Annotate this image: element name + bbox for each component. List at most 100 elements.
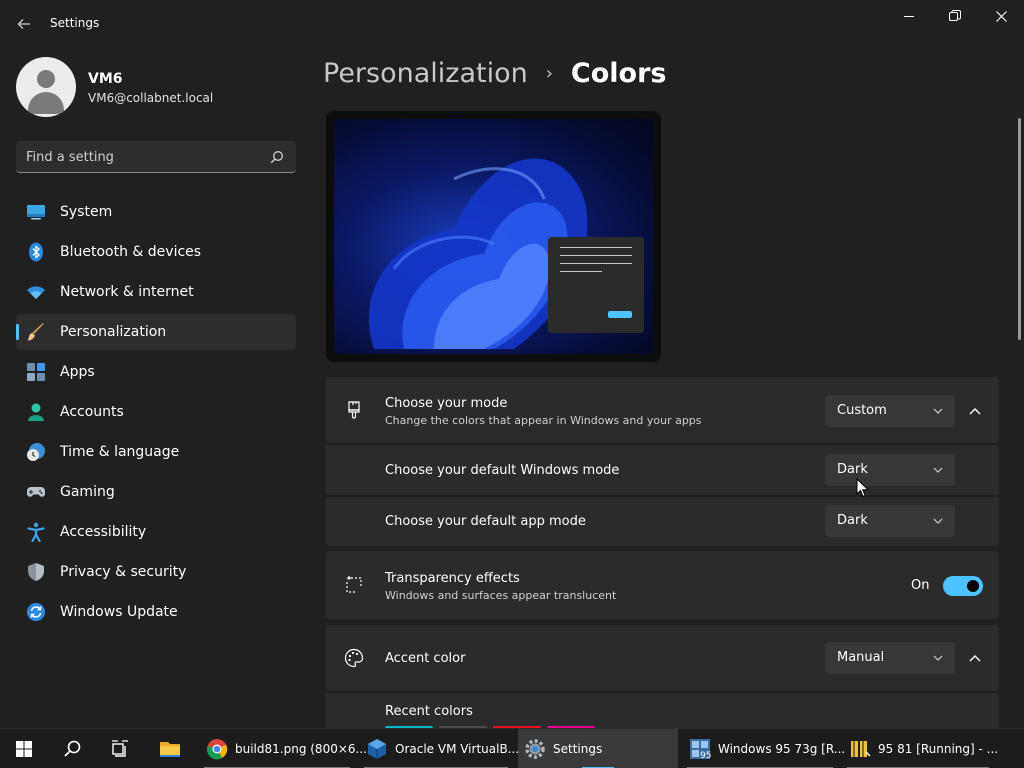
taskbar-app-chrome[interactable]: build81.png (800×6... <box>200 729 367 768</box>
page-title: Colors <box>570 58 667 89</box>
windows-start-icon[interactable] <box>12 737 36 761</box>
svg-text:95: 95 <box>700 751 711 760</box>
taskbar-app-settings[interactable]: Settings <box>518 729 678 768</box>
preview-accent-button <box>608 311 632 318</box>
close-icon <box>995 10 1007 22</box>
search-input[interactable] <box>26 147 266 167</box>
chevron-down-icon <box>933 408 943 414</box>
sidebar-item-bluetooth[interactable]: Bluetooth & devices <box>16 234 296 270</box>
transparency-toggle[interactable] <box>943 576 983 596</box>
preview-line <box>560 247 632 248</box>
sidebar-item-personalization[interactable]: Personalization <box>16 314 296 350</box>
sidebar-item-label: Gaming <box>60 484 115 500</box>
sidebar-item-label: System <box>60 204 113 220</box>
windows-mode-label: Choose your default Windows mode <box>385 463 620 478</box>
sidebar-item-system[interactable]: System <box>16 194 296 230</box>
recent-colors-label: Recent colors <box>385 704 473 719</box>
avatar <box>16 57 76 117</box>
taskbar-app-windows95-vm[interactable]: 95 Windows 95 73g [R... <box>683 729 845 768</box>
accent-dropdown-value: Manual <box>837 650 885 665</box>
sidebar-item-time-language[interactable]: Time & language <box>16 434 296 470</box>
restore-icon <box>949 10 961 21</box>
taskbar-app-label: build81.png (800×6... <box>235 742 367 756</box>
sidebar-item-label: Bluetooth & devices <box>60 244 202 260</box>
sidebar-item-label: Windows Update <box>60 604 178 620</box>
sidebar-item-label: Privacy & security <box>60 564 187 580</box>
chevron-down-icon <box>933 655 943 661</box>
virtualbox-icon <box>368 739 386 759</box>
taskbar-app-label: Windows 95 73g [R... <box>718 742 846 756</box>
accent-dropdown[interactable]: Manual <box>825 642 955 674</box>
accent-color-title: Accent color <box>385 651 466 666</box>
content-scrollbar[interactable] <box>1018 118 1021 340</box>
chevron-up-icon[interactable] <box>965 648 985 668</box>
wifi-icon <box>27 286 45 299</box>
toggle-knob <box>967 580 979 592</box>
taskbar-search-icon[interactable] <box>60 737 84 761</box>
sidebar-item-accessibility[interactable]: Accessibility <box>16 514 296 550</box>
avatar-body <box>28 92 64 114</box>
sidebar-item-label: Apps <box>60 364 95 380</box>
transparency-icon <box>346 576 362 593</box>
mode-dropdown-value: Custom <box>837 403 887 418</box>
sidebar-item-label: Network & internet <box>60 284 194 300</box>
breadcrumb-parent[interactable]: Personalization <box>323 58 528 89</box>
choose-mode-description: Change the colors that appear in Windows… <box>385 414 702 427</box>
sidebar-item-label: Accounts <box>60 404 124 420</box>
brush-icon <box>27 323 44 341</box>
accounts-icon <box>28 403 44 421</box>
taskbar-app-label: Settings <box>553 742 603 756</box>
preview-wallpaper <box>334 119 653 354</box>
recent-colors-row: Recent colors <box>326 693 999 728</box>
file-explorer-icon[interactable] <box>158 737 182 761</box>
close-button[interactable] <box>978 0 1024 32</box>
preview-line <box>560 255 632 256</box>
chevron-down-icon <box>933 467 943 473</box>
sidebar-item-apps[interactable]: Apps <box>16 354 296 390</box>
sidebar-nav: System Bluetooth & devices Network & int… <box>16 194 296 634</box>
shield-icon <box>28 563 44 581</box>
vm-running-icon <box>851 741 871 757</box>
windows-update-icon <box>27 603 45 621</box>
app-mode-value: Dark <box>837 513 868 528</box>
sidebar-item-network[interactable]: Network & internet <box>16 274 296 310</box>
avatar-head <box>37 70 55 88</box>
theme-preview <box>326 111 661 362</box>
transparency-description: Windows and surfaces appear translucent <box>385 589 617 602</box>
preview-line <box>560 271 602 272</box>
chrome-icon <box>206 739 228 760</box>
minimize-button[interactable] <box>886 0 932 32</box>
chevron-down-icon <box>933 518 943 524</box>
app-mode-dropdown[interactable]: Dark <box>825 505 955 537</box>
windows95-vm-icon: 95 <box>690 739 711 760</box>
sidebar-item-accounts[interactable]: Accounts <box>16 394 296 430</box>
user-profile[interactable]: VM6 VM6@collabnet.local <box>16 57 296 117</box>
windows-mode-dropdown[interactable]: Dark <box>825 454 955 486</box>
sidebar-item-windows-update[interactable]: Windows Update <box>16 594 296 630</box>
chevron-up-icon[interactable] <box>965 401 985 421</box>
mode-dropdown[interactable]: Custom <box>825 395 955 427</box>
accessibility-icon <box>27 522 45 542</box>
user-email: VM6@collabnet.local <box>88 91 214 105</box>
palette-icon <box>344 648 364 668</box>
taskbar-app-vm-running[interactable]: 95 81 [Running] - ... <box>843 729 998 768</box>
taskbar-app-virtualbox[interactable]: Oracle VM VirtualB... <box>360 729 519 768</box>
search-icon[interactable] <box>270 150 284 164</box>
minimize-icon <box>904 16 914 17</box>
back-button[interactable] <box>12 12 36 36</box>
taskbar: build81.png (800×6... Oracle VM VirtualB… <box>0 728 1024 768</box>
apps-icon <box>27 363 45 381</box>
search-box[interactable] <box>16 141 296 173</box>
preview-line <box>560 263 632 264</box>
taskbar-app-label: Oracle VM VirtualB... <box>395 742 520 756</box>
sidebar-item-privacy[interactable]: Privacy & security <box>16 554 296 590</box>
paint-bucket-icon <box>348 401 360 419</box>
breadcrumb-separator: › <box>545 63 553 84</box>
title-bar: Settings <box>0 0 1024 48</box>
user-name: VM6 <box>88 71 123 87</box>
task-view-icon[interactable] <box>108 737 132 761</box>
taskbar-app-label: 95 81 [Running] - ... <box>878 742 999 756</box>
sidebar-item-gaming[interactable]: Gaming <box>16 474 296 510</box>
breadcrumb: Personalization › Colors <box>323 58 666 89</box>
restore-button[interactable] <box>932 0 978 32</box>
